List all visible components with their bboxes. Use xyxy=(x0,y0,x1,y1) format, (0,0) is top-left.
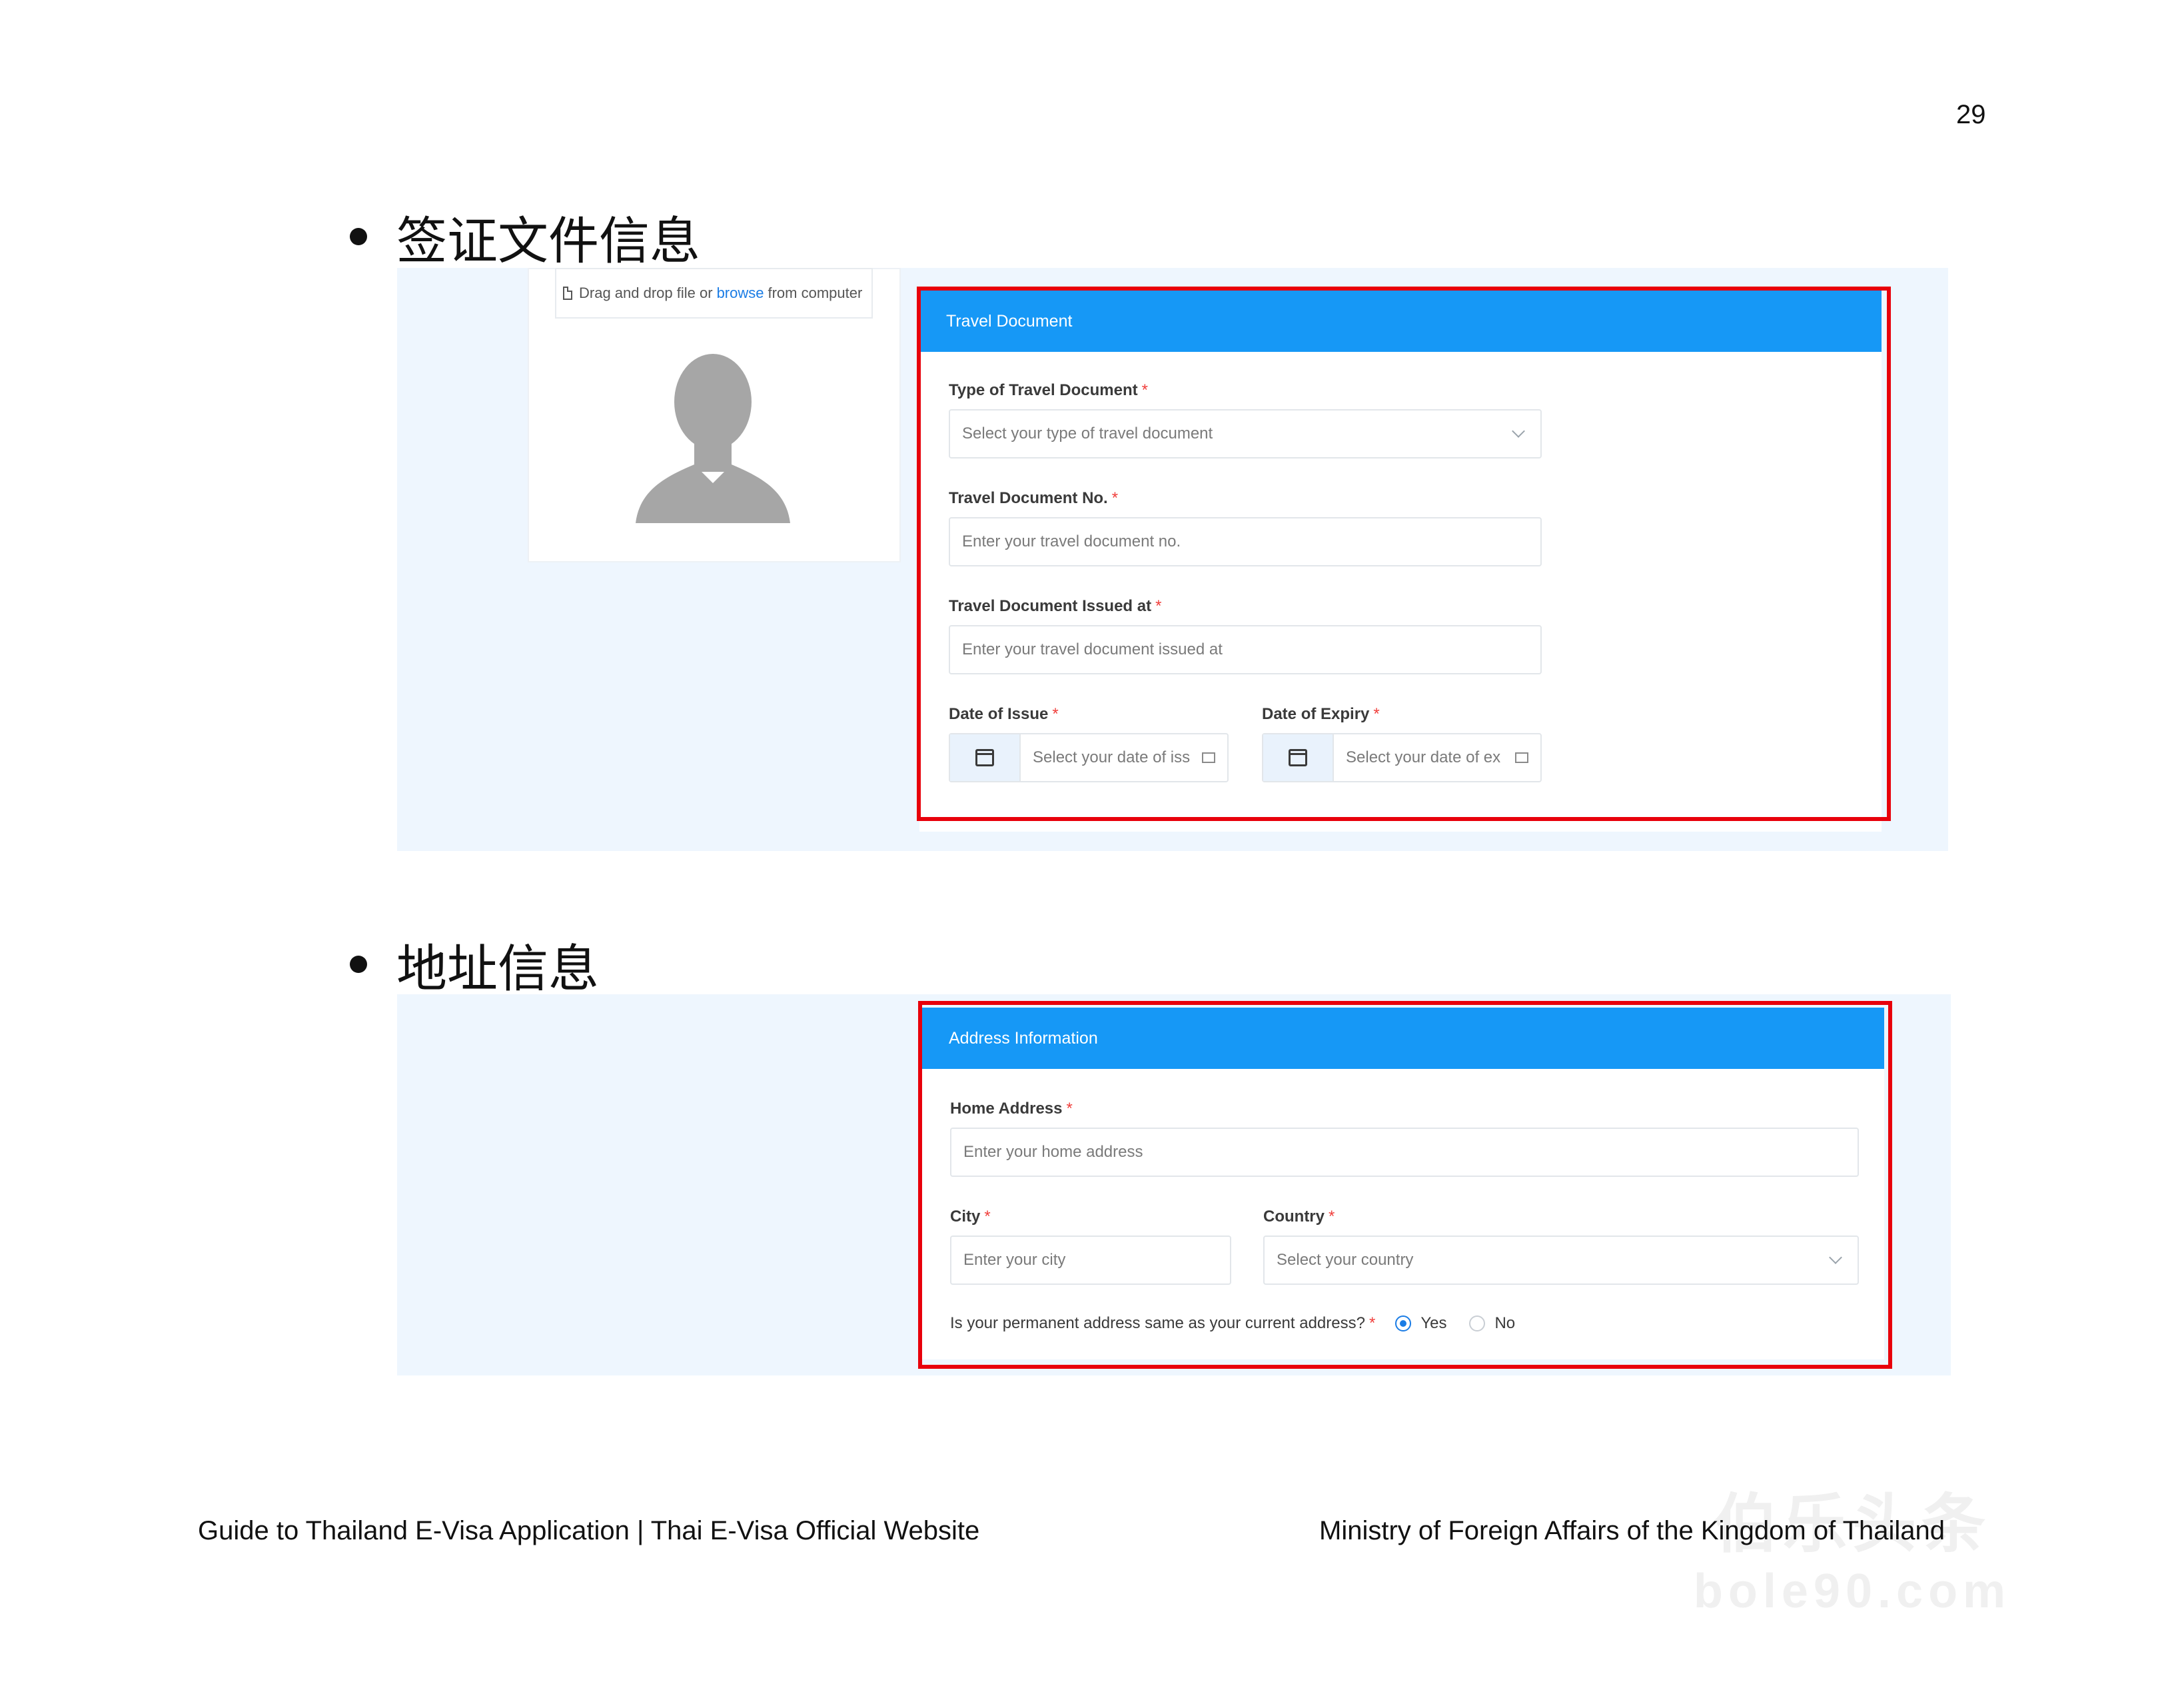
watermark-line2: bole90.com xyxy=(1693,1565,2011,1619)
section-heading-address: 地址信息 xyxy=(350,928,599,1001)
city-placeholder: Enter your city xyxy=(963,1251,1066,1269)
bullet-icon xyxy=(350,228,367,245)
document-type-placeholder: Select your type of travel document xyxy=(962,424,1213,442)
date-of-expiry-input[interactable]: Select your date of ex xyxy=(1262,733,1542,782)
document-type-select[interactable]: Select your type of travel document xyxy=(949,409,1542,458)
issued-at-label: Travel Document Issued at * xyxy=(949,597,1162,615)
date-of-issue-placeholder: Select your date of iss xyxy=(1033,748,1191,766)
section-title: 地址信息 xyxy=(396,939,599,998)
travel-document-header: Travel Document xyxy=(919,291,1882,352)
home-address-input[interactable]: Enter your home address xyxy=(950,1128,1859,1177)
drop-text-before: Drag and drop file or xyxy=(579,285,713,301)
chevron-down-icon xyxy=(1512,424,1525,438)
radio-no[interactable] xyxy=(1469,1315,1486,1331)
footer-right: Ministry of Foreign Affairs of the Kingd… xyxy=(1319,1516,1945,1545)
calendar-small-icon xyxy=(1202,752,1215,763)
file-drop-zone[interactable]: Drag and drop file or browse from comput… xyxy=(555,268,873,319)
date-of-issue-label: Date of Issue * xyxy=(949,705,1059,723)
radio-yes-label: Yes xyxy=(1420,1314,1447,1332)
address-information-header: Address Information xyxy=(922,1008,1884,1069)
chevron-down-icon xyxy=(1829,1251,1842,1264)
watermark: 伯乐头条 bole90.com xyxy=(1532,1486,2172,1679)
browse-link[interactable]: browse xyxy=(717,285,764,302)
date-of-expiry-label: Date of Expiry * xyxy=(1262,705,1380,723)
city-label: City * xyxy=(950,1208,991,1226)
type-of-document-label: Type of Travel Document * xyxy=(949,381,1148,399)
travel-document-title: Travel Document xyxy=(946,311,1073,331)
home-address-label: Home Address * xyxy=(950,1100,1073,1118)
country-placeholder: Select your country xyxy=(1277,1251,1414,1269)
document-no-placeholder: Enter your travel document no. xyxy=(962,532,1181,550)
country-label: Country * xyxy=(1263,1208,1335,1226)
avatar-placeholder-icon xyxy=(636,354,790,523)
issued-at-input[interactable]: Enter your travel document issued at xyxy=(949,625,1542,674)
calendar-addon[interactable] xyxy=(1263,734,1334,781)
calendar-addon[interactable] xyxy=(950,734,1021,781)
home-address-placeholder: Enter your home address xyxy=(963,1143,1143,1161)
bullet-icon xyxy=(350,956,367,973)
address-information-title: Address Information xyxy=(949,1028,1098,1048)
city-input[interactable]: Enter your city xyxy=(950,1236,1231,1285)
permanent-address-question-row: Is your permanent address same as your c… xyxy=(950,1314,1516,1332)
permanent-address-question: Is your permanent address same as your c… xyxy=(950,1314,1365,1332)
calendar-icon xyxy=(1289,749,1307,766)
radio-yes[interactable] xyxy=(1395,1315,1412,1331)
file-icon xyxy=(563,287,572,300)
section-heading-travel: 签证文件信息 xyxy=(350,200,700,273)
footer-left: Guide to Thailand E-Visa Application | T… xyxy=(198,1516,980,1545)
section-title: 签证文件信息 xyxy=(396,211,700,271)
drop-text-after: from computer xyxy=(768,285,863,301)
document-no-input[interactable]: Enter your travel document no. xyxy=(949,517,1542,566)
country-select[interactable]: Select your country xyxy=(1263,1236,1859,1285)
date-of-issue-input[interactable]: Select your date of iss xyxy=(949,733,1229,782)
calendar-icon xyxy=(975,749,994,766)
page-number: 29 xyxy=(1956,100,1986,129)
issued-at-placeholder: Enter your travel document issued at xyxy=(962,640,1223,658)
document-no-label: Travel Document No. * xyxy=(949,489,1119,507)
calendar-small-icon xyxy=(1515,752,1528,763)
radio-no-label: No xyxy=(1494,1314,1516,1332)
date-of-expiry-placeholder: Select your date of ex xyxy=(1346,748,1501,766)
